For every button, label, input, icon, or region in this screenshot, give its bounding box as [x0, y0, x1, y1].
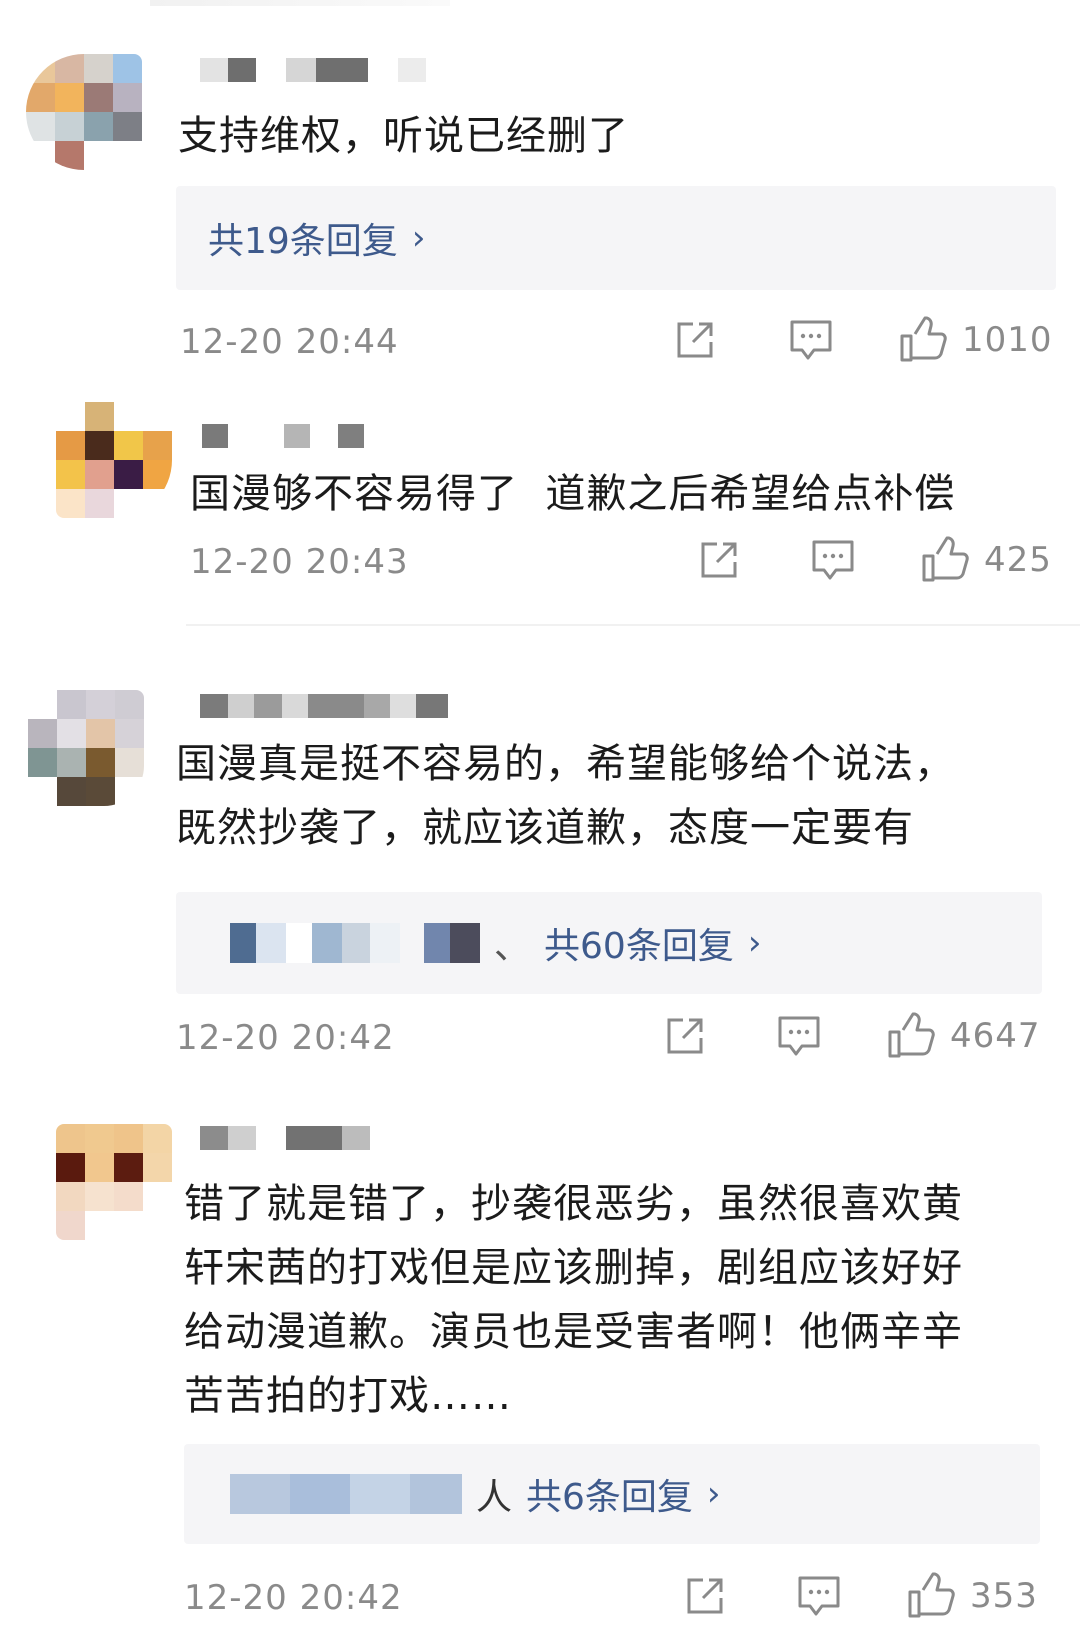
thumbs-up-icon: [888, 1012, 935, 1058]
action-bar: 353: [680, 1572, 1038, 1620]
thumbs-up-icon: [908, 1572, 955, 1618]
reply-user-names: [230, 1474, 462, 1514]
divider: [186, 624, 1080, 626]
thumbs-up-icon: [900, 316, 947, 362]
repost-button[interactable]: [694, 538, 744, 582]
like-button[interactable]: 353: [906, 1572, 1038, 1620]
timestamp: 12-20 20:42: [176, 1018, 395, 1058]
timestamp: 12-20 20:43: [190, 542, 409, 582]
comment-text: 国漫真是挺不容易的，希望能够给个说法， 既然抄袭了，就应该道歉，态度一定要有: [176, 741, 955, 851]
chevron-right-icon: ›: [411, 218, 426, 258]
thumbs-up-icon: [922, 536, 969, 582]
reply-box[interactable]: 共19条回复 ›: [176, 186, 1056, 290]
share-box-icon: [677, 322, 713, 358]
comment-button[interactable]: [794, 1574, 844, 1618]
reply-box[interactable]: 、 共60条回复 ›: [176, 892, 1042, 994]
reply-count-label: 共6条回复: [526, 1477, 693, 1518]
comment-button[interactable]: [786, 318, 836, 362]
comment-button[interactable]: [774, 1014, 824, 1058]
avatar[interactable]: [56, 402, 172, 518]
like-button[interactable]: 1010: [898, 316, 1053, 364]
comment-bubble-icon: [790, 320, 832, 360]
comment-bubble-icon: [798, 1576, 840, 1616]
reply-box[interactable]: 人 共6条回复 ›: [184, 1444, 1040, 1544]
timestamp: 12-20 20:44: [180, 322, 399, 362]
username[interactable]: [200, 1126, 370, 1150]
comment-text: 错了就是错了，抄袭很恶劣，虽然很喜欢黄 轩宋茜的打戏但是应该删掉，剧组应该好好 …: [184, 1181, 963, 1419]
repost-button[interactable]: [670, 318, 720, 362]
comment-item: 错了就是错了，抄袭很恶劣，虽然很喜欢黄 轩宋茜的打戏但是应该删掉，剧组应该好好 …: [0, 1100, 1080, 1639]
replies-link[interactable]: 人 共6条回复 ›: [476, 1468, 721, 1520]
action-bar: 4647: [660, 1012, 1041, 1060]
share-box-icon: [667, 1018, 703, 1054]
like-count: 1010: [962, 320, 1053, 360]
like-button[interactable]: 4647: [886, 1012, 1041, 1060]
share-box-icon: [687, 1578, 723, 1614]
reply-count-label: 共19条回复: [208, 221, 398, 262]
repost-button[interactable]: [680, 1574, 730, 1618]
like-count: 353: [970, 1576, 1038, 1616]
reply-separator: 、: [494, 926, 531, 967]
chevron-right-icon: ›: [747, 923, 762, 963]
repost-button[interactable]: [660, 1014, 710, 1058]
avatar[interactable]: [56, 1124, 172, 1240]
comment-bubble-icon: [812, 540, 854, 580]
reply-user-names: [230, 923, 480, 963]
like-count: 425: [984, 540, 1052, 580]
username[interactable]: [200, 58, 426, 82]
username[interactable]: [200, 694, 448, 718]
like-button[interactable]: 425: [920, 536, 1052, 584]
username[interactable]: [202, 424, 364, 448]
comment-bubble-icon: [778, 1016, 820, 1056]
comment-text: 国漫够不容易得了 道歉之后希望给点补偿: [190, 471, 956, 517]
timestamp: 12-20 20:42: [184, 1578, 403, 1618]
comment-item: 支持维权，听说已经删了 共19条回复 › 12-20 20:44 1010: [0, 0, 1080, 370]
chevron-right-icon: ›: [706, 1474, 721, 1514]
like-count: 4647: [950, 1016, 1041, 1056]
share-box-icon: [701, 542, 737, 578]
replies-link[interactable]: 共19条回复 ›: [208, 212, 425, 264]
comment-item: 国漫真是挺不容易的，希望能够给个说法， 既然抄袭了，就应该道歉，态度一定要有 、…: [0, 680, 1080, 1080]
avatar[interactable]: [26, 54, 142, 170]
reply-prefix: 人: [476, 1477, 513, 1518]
replies-link[interactable]: 、 共60条回复 ›: [494, 917, 761, 969]
reply-count-label: 共60条回复: [544, 926, 734, 967]
action-bar: 425: [694, 536, 1052, 584]
avatar[interactable]: [28, 690, 144, 806]
comment-item: 国漫够不容易得了 道歉之后希望给点补偿 12-20 20:43 425: [0, 380, 1080, 626]
comment-button[interactable]: [808, 538, 858, 582]
comment-text: 支持维权，听说已经删了: [178, 113, 629, 159]
action-bar: 1010: [670, 316, 1053, 364]
